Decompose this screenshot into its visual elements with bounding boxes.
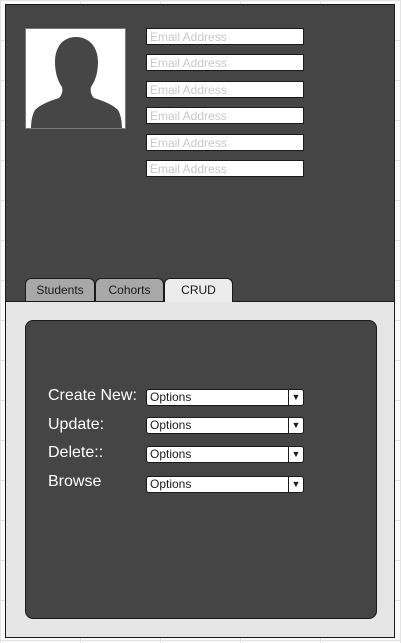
tab-crud[interactable]: CRUD <box>164 278 233 302</box>
delete-label: Delete:: <box>48 444 104 461</box>
browse-dropdown[interactable]: Options ▼ <box>146 476 304 493</box>
browse-selected: Options <box>150 477 192 491</box>
triangle-down-icon: ▼ <box>288 418 303 433</box>
delete-dropdown[interactable]: Options ▼ <box>146 446 304 463</box>
avatar <box>25 28 126 129</box>
delete-selected: Options <box>150 447 192 461</box>
email-field-4[interactable] <box>146 107 304 124</box>
email-field-3[interactable] <box>146 81 304 98</box>
create-new-dropdown[interactable]: Options ▼ <box>146 389 304 406</box>
profile-header: Students Cohorts CRUD <box>6 5 394 302</box>
browse-label: Browse <box>48 473 102 490</box>
create-new-selected: Options <box>150 390 192 404</box>
tab-students[interactable]: Students <box>25 278 95 301</box>
person-silhouette-icon <box>31 37 122 128</box>
triangle-down-icon: ▼ <box>288 447 303 462</box>
update-selected: Options <box>150 418 192 432</box>
update-label: Update: <box>48 416 105 433</box>
app-frame: Students Cohorts CRUD Create New: Option… <box>5 4 395 638</box>
update-dropdown[interactable]: Options ▼ <box>146 417 304 434</box>
email-field-2[interactable] <box>146 54 304 71</box>
tab-cohorts[interactable]: Cohorts <box>95 278 164 301</box>
email-field-1[interactable] <box>146 28 304 45</box>
crud-panel: Create New: Options ▼ Update: Options ▼ … <box>25 320 377 619</box>
email-field-5[interactable] <box>146 134 304 151</box>
triangle-down-icon: ▼ <box>288 477 303 492</box>
email-field-6[interactable] <box>146 160 304 177</box>
triangle-down-icon: ▼ <box>288 390 303 405</box>
create-new-label: Create New: <box>48 387 137 404</box>
